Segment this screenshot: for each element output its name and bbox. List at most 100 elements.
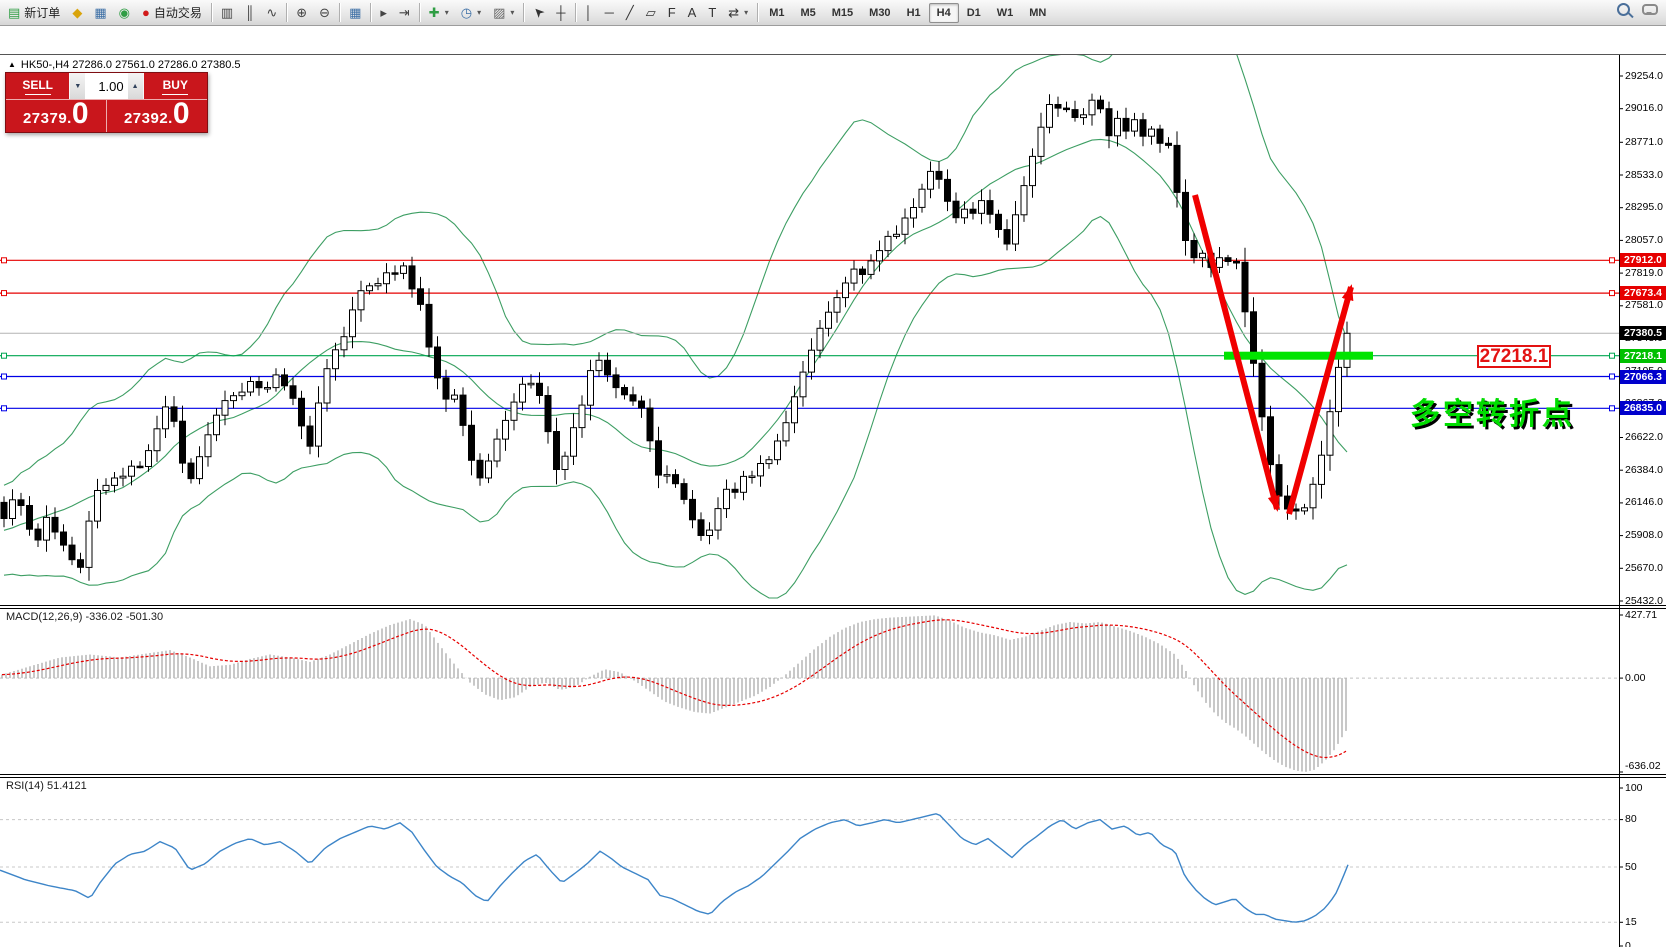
macd-pane[interactable]	[0, 615, 1619, 772]
timeframe-tf-m5-button[interactable]: M5	[792, 3, 823, 23]
line-handle[interactable]	[1609, 405, 1615, 412]
symbol-header: ▲ HK50-,H4 27286.0 27561.0 27286.0 27380.…	[8, 59, 241, 71]
buy-button[interactable]: 27392. 0	[107, 99, 208, 132]
dropdown-caret-icon: ▾	[744, 8, 749, 17]
tile-windows-icon: ▦	[349, 5, 362, 20]
symbol-header-text: HK50-,H4 27286.0 27561.0 27286.0 27380.5	[20, 59, 241, 71]
line-handle[interactable]	[1, 290, 7, 297]
line-handle[interactable]	[1, 405, 7, 412]
tf-w1-label: W1	[996, 6, 1014, 19]
dropdown-caret-icon: ▾	[477, 8, 482, 17]
autotrading-icon: ●	[141, 5, 150, 20]
auto-scroll-button[interactable]: ▸	[374, 2, 393, 23]
line-handle[interactable]	[1609, 257, 1615, 264]
trendline-icon: ╱	[625, 5, 634, 20]
dropdown-caret-icon: ▾	[444, 8, 449, 17]
fibonacci-button[interactable]: F	[662, 2, 682, 23]
new-order-button[interactable]: ▤ 新订单	[2, 2, 66, 23]
chart-shift-button[interactable]: ⇥	[393, 2, 416, 23]
timeframe-tf-m30-button[interactable]: M30	[861, 3, 898, 23]
signals-button[interactable]: ◉	[113, 2, 136, 23]
zoom-out-icon: ⊖	[319, 5, 331, 20]
zoom-in-icon: ⊕	[296, 5, 308, 20]
tf-mn-label: MN	[1029, 6, 1047, 19]
cursor-button[interactable]: ➤	[527, 2, 550, 23]
bar-chart-button[interactable]: ▥	[215, 2, 239, 23]
volume-down-button[interactable]: ▼	[70, 73, 86, 99]
candle-chart-icon: ║	[245, 5, 255, 20]
line-chart-button[interactable]: ∿	[260, 2, 283, 23]
timeframe-tf-w1-button[interactable]: W1	[989, 3, 1022, 23]
new-order-icon: ▤	[8, 5, 21, 20]
volume-stepper: ▼ 1.00 ▲	[69, 73, 144, 99]
market-watch-button[interactable]: ◆	[66, 2, 88, 23]
trendline-button[interactable]: ╱	[620, 2, 640, 23]
chat-icon[interactable]	[1642, 4, 1658, 15]
line-handle[interactable]	[1, 257, 7, 264]
auto-scroll-icon: ▸	[380, 5, 387, 20]
arrows-tool-button[interactable]: ⇄ ▾	[722, 2, 754, 23]
pivot-annotation-text[interactable]: 多空转折点	[1410, 389, 1575, 433]
line-handle[interactable]	[1609, 352, 1615, 359]
tile-windows-button[interactable]: ▦	[343, 2, 367, 23]
rsi-pane[interactable]	[0, 813, 1619, 923]
vertical-line-icon: │	[584, 5, 593, 20]
indicators-button[interactable]: ✚ ▾	[423, 2, 455, 23]
candlestick-series	[0, 93, 1351, 581]
horizontal-line-icon: ─	[604, 5, 614, 20]
toolbar-separator	[418, 3, 420, 22]
crosshair-button[interactable]: ┼	[550, 2, 571, 23]
toolbar-separator	[757, 3, 759, 22]
chart-window[interactable]: 29254.0 29016.0 28771.0 28533.0 28295.0 28057…	[0, 27, 1666, 947]
sell-label: SELL	[6, 73, 69, 99]
templates-button[interactable]: ▨ ▾	[487, 2, 520, 23]
text-button[interactable]: A	[682, 2, 703, 23]
timeframe-tf-d1-button[interactable]: D1	[959, 3, 989, 23]
timeframe-tf-m15-button[interactable]: M15	[824, 3, 861, 23]
autotrading-button[interactable]: ● 自动交易	[136, 2, 208, 23]
support-price-label[interactable]: 27218.1	[1477, 345, 1551, 368]
text-label-icon: T	[708, 5, 717, 20]
timeframe-tf-mn-button[interactable]: MN	[1021, 3, 1054, 23]
line-handle[interactable]	[1609, 290, 1615, 297]
toolbar-separator	[574, 3, 576, 22]
arrows-tool-icon: ⇄	[728, 5, 740, 20]
navigator-button[interactable]: ▦	[88, 2, 112, 23]
tf-h4-label: H4	[936, 6, 951, 19]
line-chart-icon: ∿	[266, 5, 278, 20]
tf-m30-label: M30	[869, 6, 891, 19]
timeframe-tf-h4-button[interactable]: H4	[928, 2, 959, 23]
toolbar-right	[1617, 3, 1658, 16]
volume-up-button[interactable]: ▲	[127, 73, 143, 99]
support-zone-bar[interactable]	[1224, 351, 1373, 360]
line-handle[interactable]	[1, 373, 7, 380]
chart-canvas[interactable]	[0, 27, 1666, 947]
timeframe-tf-h1-button[interactable]: H1	[899, 3, 929, 23]
main-toolbar: ▤ 新订单 ◆ ▦ ◉ ● 自动交易 ▥ ║ ∿ ⊕ ⊖ ▦ ▸ ⇥ ✚ ▾ ◷ ▾ ▨ ▾ ➤ ┼ │ ─ ╱ ▱ F A T ⇄ ▾ M1 M…	[0, 0, 1666, 26]
timeframe-tf-m1-button[interactable]: M1	[761, 3, 792, 23]
line-handle[interactable]	[1609, 373, 1615, 380]
search-icon[interactable]	[1617, 3, 1630, 16]
zoom-in-button[interactable]: ⊕	[290, 2, 313, 23]
collapse-panel-icon[interactable]: ▲	[8, 60, 16, 69]
templates-icon: ▨	[493, 5, 506, 20]
text-icon: A	[687, 5, 697, 20]
tf-m15-label: M15	[831, 6, 854, 19]
text-label-button[interactable]: T	[702, 2, 722, 23]
candle-chart-button[interactable]: ║	[239, 2, 260, 23]
tf-h1-label: H1	[906, 6, 921, 19]
line-handle[interactable]	[1, 352, 7, 359]
zoom-out-button[interactable]: ⊖	[313, 2, 336, 23]
toolbar-separator	[523, 3, 525, 22]
periods-button[interactable]: ◷ ▾	[455, 2, 487, 23]
rsi-line	[0, 813, 1349, 923]
price-pane[interactable]	[0, 27, 1619, 599]
volume-input[interactable]: 1.00	[85, 73, 128, 99]
chart-shift-icon: ⇥	[398, 5, 410, 20]
signals-icon: ◉	[118, 5, 130, 20]
dropdown-caret-icon: ▾	[510, 8, 515, 17]
equidistant-channel-button[interactable]: ▱	[640, 2, 662, 23]
vertical-line-button[interactable]: │	[579, 2, 599, 23]
horizontal-line-button[interactable]: ─	[599, 2, 620, 23]
sell-button[interactable]: 27379. 0	[6, 99, 107, 132]
